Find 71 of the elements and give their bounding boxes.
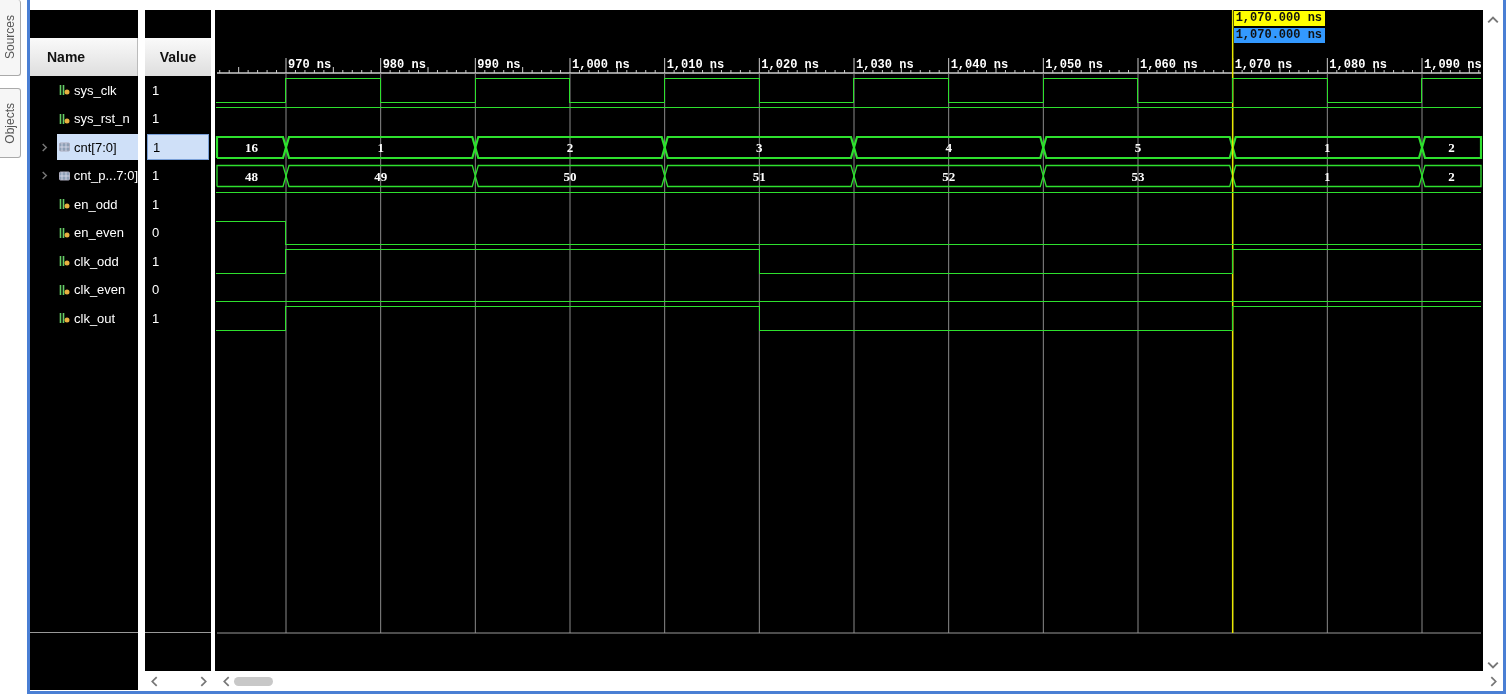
bus-value: 50 bbox=[563, 168, 577, 184]
bus-value: 4 bbox=[945, 140, 952, 155]
cursor-time-label: 1,070.000 ns bbox=[1233, 27, 1326, 43]
tick-label: 1,020 ns bbox=[761, 58, 819, 72]
signal-bit-icon bbox=[59, 283, 70, 296]
bus-value: 53 bbox=[1131, 168, 1145, 184]
tick-label: 1,060 ns bbox=[1140, 58, 1198, 72]
tick-label: 1,050 ns bbox=[1045, 58, 1103, 72]
signal-value: 1 bbox=[147, 134, 209, 161]
bus-value: 16 bbox=[245, 140, 258, 155]
bus-value: 48 bbox=[245, 168, 258, 184]
scroll-left-icon[interactable] bbox=[221, 675, 232, 687]
signal-value: 1 bbox=[151, 195, 161, 214]
scroll-left-icon[interactable] bbox=[149, 675, 160, 687]
cursor-line[interactable] bbox=[1231, 10, 1234, 634]
tick-label: 1,090 ns bbox=[1424, 58, 1482, 72]
bus-value: 2 bbox=[1448, 140, 1455, 155]
bus-value: 51 bbox=[752, 168, 766, 184]
signal-value: 1 bbox=[151, 167, 161, 186]
tick-label: 990 ns bbox=[477, 58, 521, 72]
tick-label: 980 ns bbox=[382, 58, 426, 72]
bus-value: 49 bbox=[374, 168, 388, 184]
scroll-right-icon[interactable] bbox=[198, 675, 209, 687]
signal-bus-icon bbox=[58, 169, 70, 182]
tick-label: 1,010 ns bbox=[666, 58, 725, 72]
signal-value: 1 bbox=[151, 252, 161, 271]
tick-label: 1,080 ns bbox=[1329, 58, 1387, 72]
expand-chevron-icon[interactable] bbox=[40, 142, 49, 152]
signal-value: 0 bbox=[151, 224, 161, 243]
signal-name[interactable]: en_odd bbox=[57, 191, 138, 218]
signal-value: 0 bbox=[151, 281, 161, 300]
tick-label: 1,070 ns bbox=[1234, 58, 1293, 72]
scroll-down-icon[interactable] bbox=[1487, 659, 1499, 671]
signal-name[interactable]: clk_odd bbox=[57, 248, 138, 275]
bus-value: 2 bbox=[566, 140, 574, 155]
scrollbar-thumb[interactable] bbox=[234, 676, 273, 686]
side-tab[interactable]: Sources bbox=[0, 0, 21, 76]
signal-bit-icon bbox=[59, 255, 70, 268]
signal-value: 1 bbox=[151, 309, 161, 328]
signal-value: 1 bbox=[151, 81, 161, 100]
signal-value: 1 bbox=[151, 110, 161, 129]
column-header[interactable]: Value bbox=[145, 38, 211, 76]
signal-name[interactable]: cnt[7:0] bbox=[57, 134, 138, 161]
signal-name[interactable]: clk_even bbox=[57, 276, 138, 303]
bus-value: 5 bbox=[1134, 140, 1142, 155]
bus-value: 1 bbox=[1324, 140, 1331, 155]
signal-bit-icon bbox=[59, 226, 70, 239]
bus-value: 3 bbox=[756, 140, 763, 155]
bus-value: 1 bbox=[1324, 168, 1331, 184]
bus-value: 2 bbox=[1448, 168, 1455, 184]
column-header[interactable]: Name bbox=[30, 38, 138, 76]
signal-bus-icon bbox=[59, 141, 70, 154]
signal-name[interactable]: cnt_p...7:0] bbox=[56, 162, 138, 189]
signal-name[interactable]: clk_out bbox=[57, 305, 138, 332]
expand-chevron-icon[interactable] bbox=[39, 171, 49, 181]
side-tab[interactable]: Objects bbox=[0, 88, 21, 158]
signal-bit-icon bbox=[59, 198, 70, 211]
tick-label: 1,030 ns bbox=[856, 58, 914, 72]
signal-bit-icon bbox=[59, 112, 70, 125]
signal-bit-icon bbox=[59, 312, 70, 325]
scroll-up-icon[interactable] bbox=[1487, 14, 1499, 26]
cursor-time-label: 1,070.000 ns bbox=[1233, 11, 1326, 26]
tick-label: 1,040 ns bbox=[950, 58, 1009, 72]
signal-name[interactable]: sys_clk bbox=[57, 77, 138, 104]
signal-name[interactable]: sys_rst_n bbox=[57, 105, 138, 132]
tick-label: 1,000 ns bbox=[572, 58, 630, 72]
signal-bit-icon bbox=[59, 84, 70, 97]
signal-name[interactable]: en_even bbox=[57, 219, 138, 246]
bus-value: 52 bbox=[942, 168, 956, 184]
tick-label: 970 ns bbox=[288, 58, 332, 72]
bus-value: 1 bbox=[377, 140, 384, 155]
